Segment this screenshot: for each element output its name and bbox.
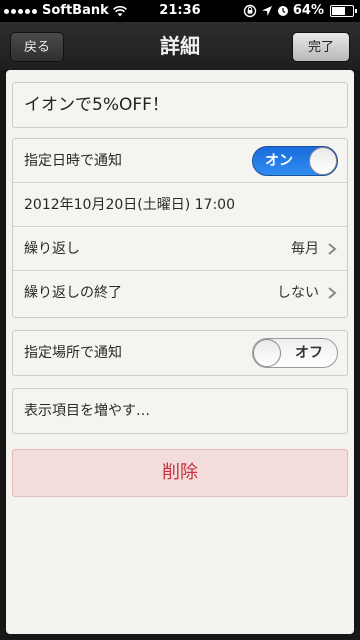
repeat-row[interactable]: 繰り返し 毎月 — [13, 227, 347, 271]
title-group: イオンで5%OFF！ — [12, 82, 348, 128]
more-fields-label: 表示項目を増やす… — [24, 403, 150, 419]
toggle-knob — [253, 339, 281, 367]
repeat-end-value: しない — [277, 285, 319, 301]
notify-date-toggle[interactable]: オン — [252, 146, 338, 176]
battery-percent: 64% — [292, 3, 324, 18]
notify-location-row: 指定場所で通知 オフ — [13, 331, 347, 375]
screen: SoftBank 21:36 64% 戻る 詳細 完了 イオンで5%OFF！ 指… — [0, 0, 360, 640]
chevron-right-icon — [328, 243, 337, 255]
wifi-icon — [112, 5, 127, 16]
datetime-row[interactable]: 2012年10月20日(土曜日) 17:00 — [13, 183, 347, 227]
title-row[interactable]: イオンで5%OFF！ — [13, 83, 347, 127]
carrier-name: SoftBank — [42, 3, 109, 18]
datetime-value: 2012年10月20日(土曜日) 17:00 — [24, 197, 235, 213]
detail-panel: イオンで5%OFF！ 指定日時で通知 オン 2012年10月20日(土曜日) 1… — [6, 70, 354, 634]
notify-location-label: 指定場所で通知 — [24, 345, 122, 361]
notify-date-toggle-label: オン — [265, 153, 293, 169]
repeat-end-row[interactable]: 繰り返しの終了 しない — [13, 271, 347, 315]
repeat-value: 毎月 — [291, 241, 319, 257]
notify-location-toggle[interactable]: オフ — [252, 338, 338, 368]
location-settings-group: 指定場所で通知 オフ — [12, 330, 348, 376]
status-right: 64% — [243, 0, 357, 22]
signal-dots-icon — [4, 8, 37, 14]
chevron-right-icon — [328, 287, 337, 299]
reminder-title: イオンで5%OFF！ — [24, 95, 169, 115]
status-left: SoftBank — [4, 0, 127, 22]
more-fields-group: 表示項目を増やす… — [12, 388, 348, 434]
date-settings-group: 指定日時で通知 オン 2012年10月20日(土曜日) 17:00 繰り返し 毎… — [12, 138, 348, 318]
repeat-label: 繰り返し — [24, 241, 80, 257]
toggle-knob — [309, 147, 337, 175]
notify-date-row: 指定日時で通知 オン — [13, 139, 347, 183]
battery-fill — [332, 7, 345, 15]
rotation-lock-icon — [243, 4, 257, 18]
notify-location-toggle-label: オフ — [295, 345, 323, 361]
location-arrow-icon — [261, 6, 272, 16]
delete-button[interactable]: 削除 — [12, 449, 348, 497]
status-bar: SoftBank 21:36 64% — [0, 0, 360, 22]
more-fields-row[interactable]: 表示項目を増やす… — [13, 389, 347, 433]
notify-date-label: 指定日時で通知 — [24, 153, 122, 169]
back-button[interactable]: 戻る — [10, 32, 64, 62]
alarm-icon — [277, 6, 288, 16]
repeat-end-label: 繰り返しの終了 — [24, 285, 122, 301]
battery-icon — [330, 5, 357, 17]
done-button[interactable]: 完了 — [292, 32, 350, 62]
nav-bar: 戻る 詳細 完了 — [0, 22, 360, 70]
